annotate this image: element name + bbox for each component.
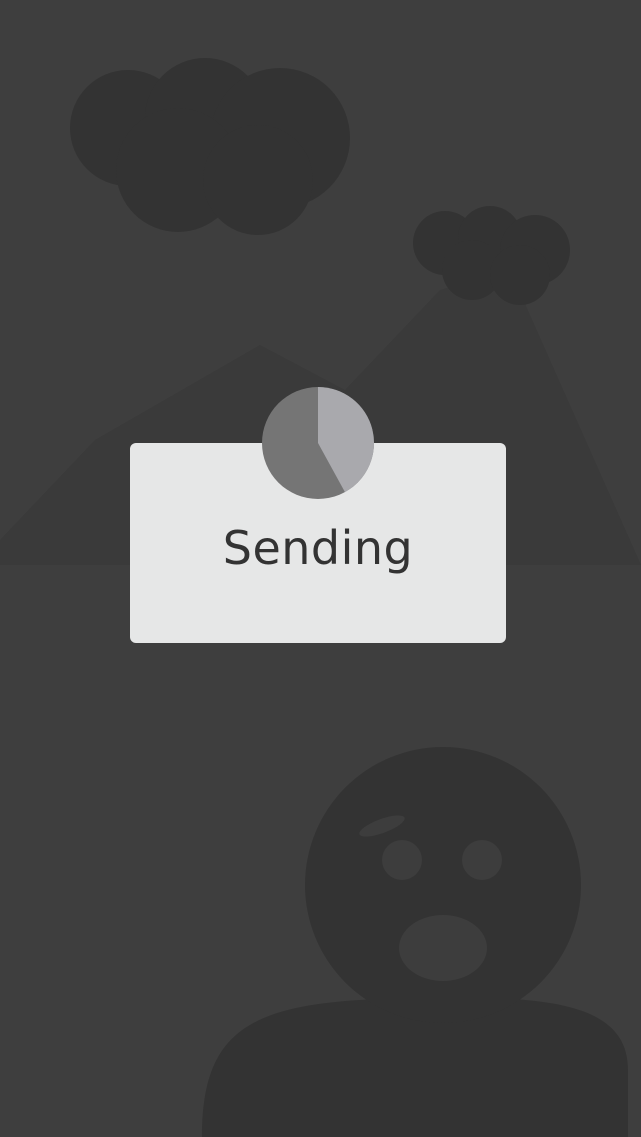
surprised-character-icon [202,747,628,1137]
cloud-small-icon [413,206,570,305]
cloud-large-icon [70,58,350,235]
dialog-status-label: Sending [222,521,414,575]
sending-screen: Sending [0,0,641,1137]
pie-progress-icon [262,387,374,499]
